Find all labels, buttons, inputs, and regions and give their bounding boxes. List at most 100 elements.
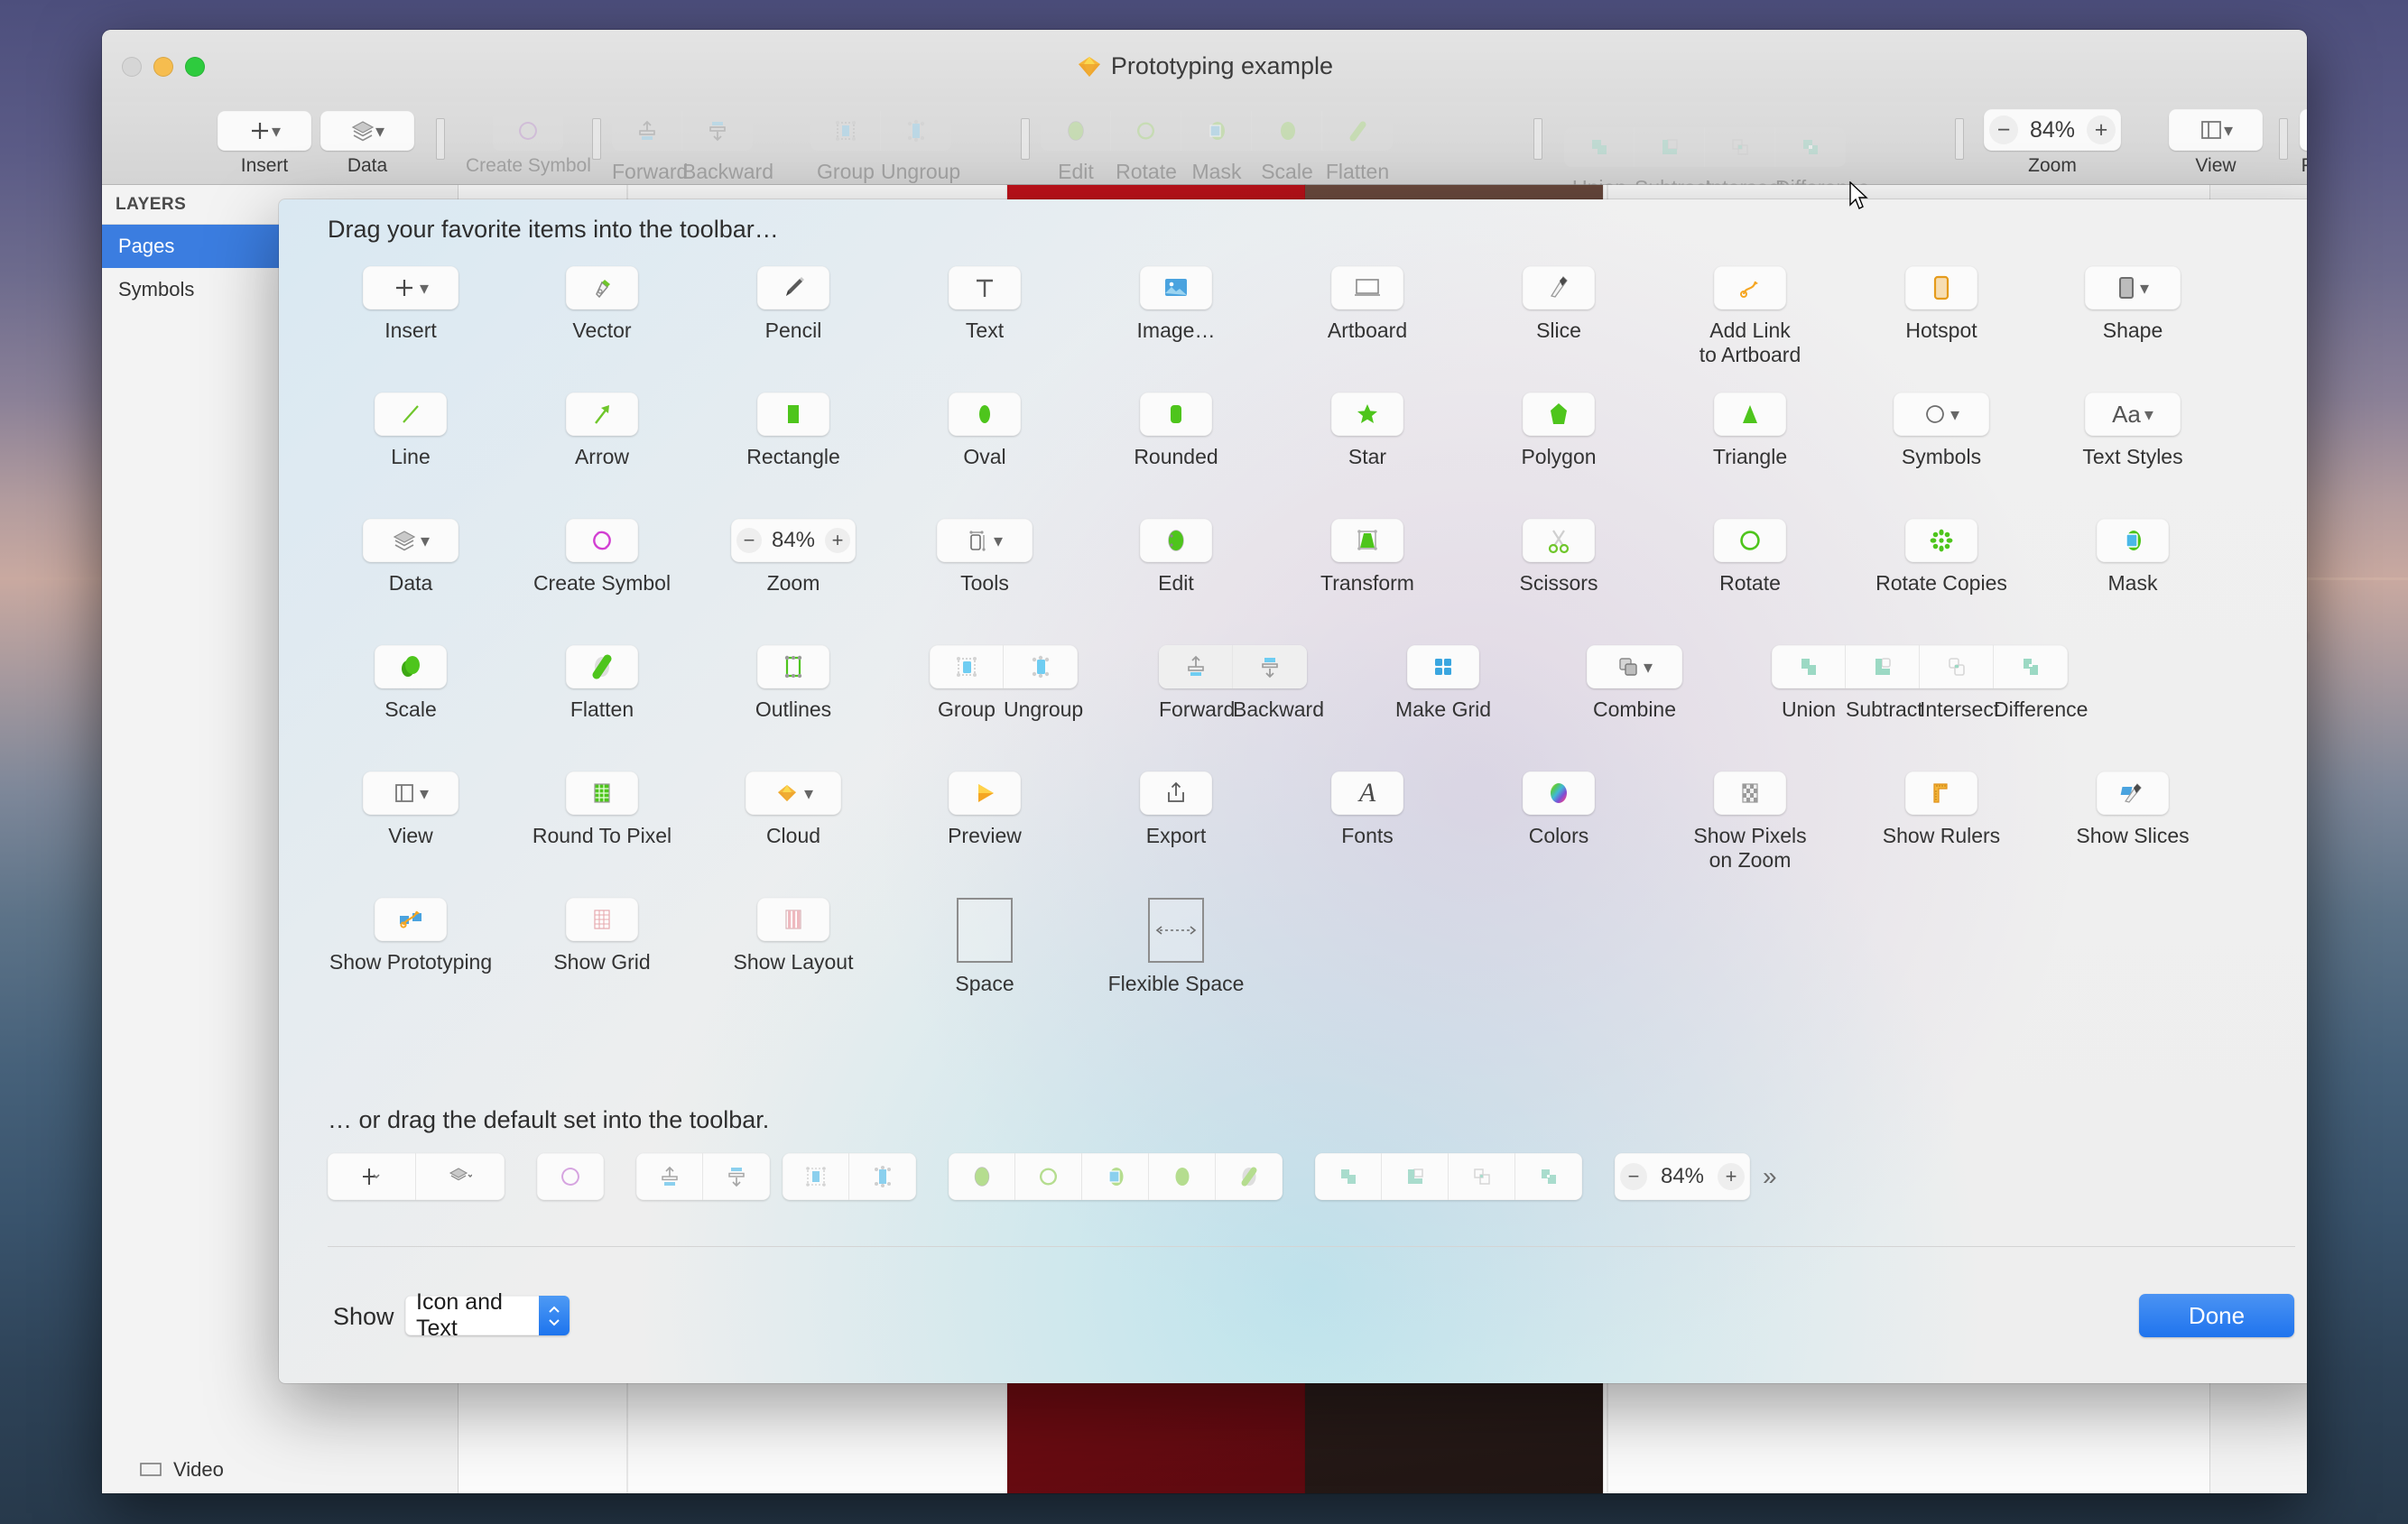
- palette-item-tools[interactable]: ▾ Tools: [889, 512, 1080, 596]
- transform-icon[interactable]: [1331, 519, 1403, 562]
- send-backward-icon[interactable]: [703, 1153, 770, 1200]
- palette-item-symbols[interactable]: ▾ Symbols: [1846, 385, 2037, 469]
- scale-icon[interactable]: [375, 645, 447, 688]
- tools-dropdown-icon[interactable]: ▾: [937, 519, 1033, 562]
- slice-knife-icon[interactable]: [1523, 266, 1595, 309]
- difference-icon[interactable]: [1994, 645, 2068, 688]
- zoom-out-button[interactable]: −: [1620, 1163, 1647, 1190]
- artboard-icon[interactable]: [1331, 266, 1403, 309]
- show-pixels-icon[interactable]: [1714, 771, 1786, 815]
- palette-item-line[interactable]: Line: [315, 385, 506, 469]
- default-shape-ops-group[interactable]: [949, 1153, 1283, 1200]
- palette-item-outlines[interactable]: Outlines: [698, 638, 889, 722]
- palette-item-text-styles[interactable]: Aa▾ Text Styles: [2037, 385, 2228, 469]
- intersect-icon[interactable]: [1449, 1153, 1515, 1200]
- layers-dropdown-icon[interactable]: ▾: [320, 111, 414, 151]
- rotate-icon[interactable]: [1111, 111, 1181, 151]
- rotate-copies-icon[interactable]: [1905, 519, 1977, 562]
- palette-item-flexible-space[interactable]: Flexible Space: [1080, 891, 1272, 996]
- flatten-icon[interactable]: [566, 645, 638, 688]
- default-group-group[interactable]: [783, 1153, 916, 1200]
- palette-item-combine[interactable]: ▾ Combine: [1539, 638, 1730, 722]
- subtract-icon[interactable]: [1846, 645, 1920, 688]
- toolbar-shape-ops[interactable]: Edit Rotate Mask Scale Flatten: [1041, 111, 1393, 184]
- palette-item-vector[interactable]: Vector: [506, 259, 698, 343]
- star-icon[interactable]: [1331, 393, 1403, 436]
- shape-dropdown-icon[interactable]: ▾: [2085, 266, 2181, 309]
- cloud-dropdown-icon[interactable]: ▾: [746, 771, 841, 815]
- palette-item-flatten[interactable]: Flatten: [506, 638, 698, 722]
- show-prototyping-icon[interactable]: [375, 898, 447, 941]
- palette-item-edit[interactable]: Edit: [1080, 512, 1272, 596]
- palette-item-mask[interactable]: Mask: [2037, 512, 2228, 596]
- palette-item-shape[interactable]: ▾ Shape: [2037, 259, 2228, 343]
- colors-wheel-icon[interactable]: [1523, 771, 1595, 815]
- palette-item-rotate[interactable]: Rotate: [1654, 512, 1846, 596]
- palette-item-scale[interactable]: Scale: [315, 638, 506, 722]
- group-ungroup-segment[interactable]: [930, 645, 1078, 688]
- toolbar-preview[interactable]: Preview: [2300, 109, 2307, 177]
- edit-icon[interactable]: [949, 1153, 1015, 1200]
- forward-backward-segment[interactable]: [612, 111, 753, 151]
- show-grid-icon[interactable]: [566, 898, 638, 941]
- rounded-icon[interactable]: [1140, 393, 1212, 436]
- difference-icon[interactable]: [1515, 1153, 1582, 1200]
- toolbar-data[interactable]: ▾ Data: [320, 111, 414, 177]
- ungroup-icon[interactable]: [881, 111, 951, 151]
- default-boolean-group[interactable]: [1315, 1153, 1582, 1200]
- show-select-stepper-icon[interactable]: [539, 1296, 570, 1335]
- palette-item-slice[interactable]: Slice: [1463, 259, 1654, 343]
- palette-item-round-to-pixel[interactable]: Round To Pixel: [506, 764, 698, 848]
- vector-pen-icon[interactable]: [566, 266, 638, 309]
- edit-icon[interactable]: [1041, 111, 1111, 151]
- edit-icon[interactable]: [1140, 519, 1212, 562]
- bring-forward-icon[interactable]: [612, 111, 682, 151]
- plus-dropdown-icon[interactable]: ▾: [363, 266, 458, 309]
- palette-item-make-grid[interactable]: Make Grid: [1348, 638, 1539, 722]
- toolbar-arrange[interactable]: Forward Backward: [612, 111, 753, 184]
- palette-item-hotspot[interactable]: Hotspot: [1846, 259, 2037, 343]
- text-styles-icon[interactable]: Aa▾: [2085, 393, 2181, 436]
- group-icon[interactable]: [930, 645, 1004, 688]
- scale-icon[interactable]: [1252, 111, 1322, 151]
- toolbar-view[interactable]: ▾ View: [2169, 109, 2263, 177]
- rectangle-icon[interactable]: [757, 393, 829, 436]
- default-create-symbol-group[interactable]: [537, 1153, 604, 1200]
- palette-item-group-ungroup[interactable]: Insert Group Ungroup: [889, 638, 1118, 722]
- palette-item-pencil[interactable]: Pencil: [698, 259, 889, 343]
- palette-item-arrow[interactable]: Arrow: [506, 385, 698, 469]
- line-icon[interactable]: [375, 393, 447, 436]
- plus-dropdown-icon[interactable]: [328, 1153, 416, 1200]
- zoom-out-button[interactable]: −: [1989, 115, 2018, 144]
- show-slices-icon[interactable]: [2097, 771, 2169, 815]
- intersect-icon[interactable]: [1920, 645, 1994, 688]
- boolean-ops-segment[interactable]: [1772, 645, 2068, 688]
- flexible-space-icon[interactable]: [1148, 898, 1204, 963]
- polygon-icon[interactable]: [1523, 393, 1595, 436]
- combine-dropdown-icon[interactable]: ▾: [1587, 645, 1682, 688]
- palette-item-create-symbol[interactable]: Create Symbol: [506, 512, 698, 596]
- text-t-icon[interactable]: [949, 266, 1021, 309]
- palette-item-data[interactable]: ▾ Data: [315, 512, 506, 596]
- union-icon[interactable]: [1564, 127, 1635, 167]
- ungroup-icon[interactable]: [1004, 645, 1078, 688]
- default-toolbar-set[interactable]: − 84% + »: [328, 1147, 2295, 1206]
- create-symbol-icon[interactable]: [566, 519, 638, 562]
- pencil-icon[interactable]: [757, 266, 829, 309]
- group-ungroup-segment[interactable]: [810, 111, 951, 151]
- palette-item-add-link[interactable]: Add Link to Artboard: [1654, 259, 1846, 367]
- default-overflow-button[interactable]: »: [1763, 1162, 1777, 1191]
- toolbar-grouping[interactable]: Group Ungroup: [810, 111, 951, 184]
- palette-item-space[interactable]: Space: [889, 891, 1080, 996]
- mask-icon[interactable]: [1181, 111, 1252, 151]
- bring-forward-icon[interactable]: [636, 1153, 703, 1200]
- preview-play-icon[interactable]: [949, 771, 1021, 815]
- triangle-icon[interactable]: [1714, 393, 1786, 436]
- palette-item-colors[interactable]: Colors: [1463, 764, 1654, 848]
- export-icon[interactable]: [1140, 771, 1212, 815]
- scissors-icon[interactable]: [1523, 519, 1595, 562]
- palette-item-view[interactable]: ▾ View: [315, 764, 506, 848]
- outlines-icon[interactable]: [757, 645, 829, 688]
- plus-dropdown-icon[interactable]: ▾: [218, 111, 311, 151]
- palette-item-image[interactable]: Image…: [1080, 259, 1272, 343]
